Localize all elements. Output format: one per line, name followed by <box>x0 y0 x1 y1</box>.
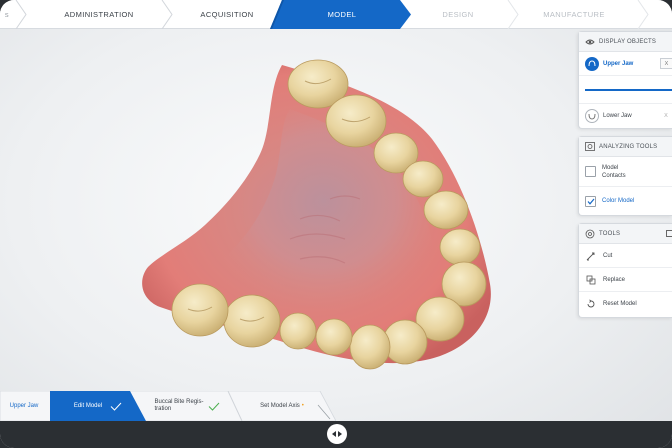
check-icon <box>208 402 219 411</box>
upper-jaw-opacity-slider[interactable] <box>579 76 672 104</box>
model-contacts-label-line1: Model <box>602 164 619 171</box>
display-objects-panel: DISPLAY OBJECTS Upper Jaw X Lower Jaw X <box>578 31 672 129</box>
workflow-step-manufacture: MANUFACTURE <box>520 0 628 29</box>
workflow-step-label: MODEL <box>327 10 357 19</box>
eye-icon <box>584 36 596 48</box>
upper-jaw-label: Upper Jaw <box>603 60 634 67</box>
lower-jaw-toggle[interactable]: X <box>660 110 672 121</box>
step-separator <box>507 0 519 29</box>
cut-tool[interactable]: Cut <box>579 244 672 268</box>
workflow-bar: s ADMINISTRATION ACQUISITION MODEL DESIG… <box>0 0 672 29</box>
panel-pin-icon[interactable] <box>666 230 672 237</box>
lower-jaw-item[interactable]: Lower Jaw X <box>579 104 672 128</box>
workflow-step-label: DESIGN <box>442 10 474 19</box>
tools-header[interactable]: TOOLS <box>579 224 672 244</box>
app-window: s ADMINISTRATION ACQUISITION MODEL DESIG… <box>0 0 672 448</box>
color-model-label: Color Model <box>602 198 635 204</box>
analyzing-tools-title: ANALYZING TOOLS <box>599 143 658 150</box>
pending-dot-icon: • <box>301 402 304 409</box>
tab-edit-model[interactable]: Edit Model <box>58 391 138 421</box>
replace-tool[interactable]: Replace <box>579 268 672 292</box>
color-model-checkbox[interactable] <box>585 195 596 207</box>
reset-model-tool[interactable]: Reset Model <box>579 292 672 316</box>
display-objects-header[interactable]: DISPLAY OBJECTS <box>579 32 672 52</box>
workflow-step-model[interactable]: MODEL <box>282 0 402 29</box>
workflow-step-previous[interactable]: s <box>0 0 14 29</box>
model-contacts-label: Model Contacts <box>602 164 626 180</box>
opacity-slider-track[interactable] <box>585 89 672 91</box>
tools-title: TOOLS <box>599 230 621 237</box>
step-separator <box>161 0 173 29</box>
replace-label: Replace <box>603 276 626 283</box>
tools-panel: TOOLS Cut Replace Reset Model <box>578 223 672 318</box>
workflow-step-label: MANUFACTURE <box>543 10 605 19</box>
tools-icon <box>584 228 596 240</box>
lower-jaw-label: Lower Jaw <box>603 113 632 119</box>
cut-icon <box>585 250 597 262</box>
workflow-step-fragment: s <box>4 10 10 19</box>
analyze-icon <box>584 141 596 153</box>
tab-buccal-label-line1: Buccal Bite Regis- <box>154 399 204 405</box>
lower-jaw-icon <box>585 109 599 123</box>
workflow-step-label: ADMINISTRATION <box>64 10 134 19</box>
cut-label: Cut <box>603 252 613 259</box>
upper-jaw-toggle[interactable]: X <box>660 58 672 69</box>
tab-buccal-label: Buccal Bite Regis- tration <box>154 399 203 413</box>
display-objects-title: DISPLAY OBJECTS <box>599 38 657 45</box>
bottom-tabs: Upper Jaw Edit Model Buccal Bite Regis- … <box>0 391 336 421</box>
model-contacts-item[interactable]: Model Contacts <box>579 157 672 187</box>
model-contacts-label-line2: Contacts <box>602 172 626 179</box>
analyzing-tools-panel: ANALYZING TOOLS Model Contacts Color Mod… <box>578 136 672 216</box>
color-model-item[interactable]: Color Model <box>579 187 672 215</box>
analyzing-tools-header[interactable]: ANALYZING TOOLS <box>579 137 672 157</box>
tab-edit-model-label: Edit Model <box>73 402 103 409</box>
reset-icon <box>585 298 597 310</box>
step-separator <box>15 0 27 29</box>
tab-set-model-axis[interactable]: Set Model Axis • <box>244 391 320 421</box>
workflow-step-administration[interactable]: ADMINISTRATION <box>34 0 164 29</box>
tab-buccal-bite-registration[interactable]: Buccal Bite Regis- tration <box>146 391 228 421</box>
upper-jaw-item[interactable]: Upper Jaw X <box>579 52 672 76</box>
upper-jaw-icon <box>585 56 599 71</box>
tab-upper-jaw-label: Upper Jaw <box>9 402 39 409</box>
replace-icon <box>585 274 597 286</box>
reset-model-label: Reset Model <box>603 301 637 307</box>
tab-buccal-label-line2: tration <box>154 406 172 412</box>
workflow-step-acquisition[interactable]: ACQUISITION <box>174 0 280 29</box>
workflow-step-label: ACQUISITION <box>200 10 254 19</box>
arrows-icon <box>332 431 342 437</box>
check-icon <box>110 402 122 411</box>
workflow-step-design: DESIGN <box>412 0 504 29</box>
tab-set-axis-label: Set Model Axis <box>260 402 300 409</box>
check-icon <box>587 198 594 205</box>
tab-upper-jaw[interactable]: Upper Jaw <box>0 391 48 421</box>
step-separator <box>637 0 649 29</box>
model-contacts-checkbox[interactable] <box>585 166 596 177</box>
jaw-scan-viewport[interactable] <box>0 29 578 391</box>
navigation-menu-button[interactable] <box>327 424 347 444</box>
